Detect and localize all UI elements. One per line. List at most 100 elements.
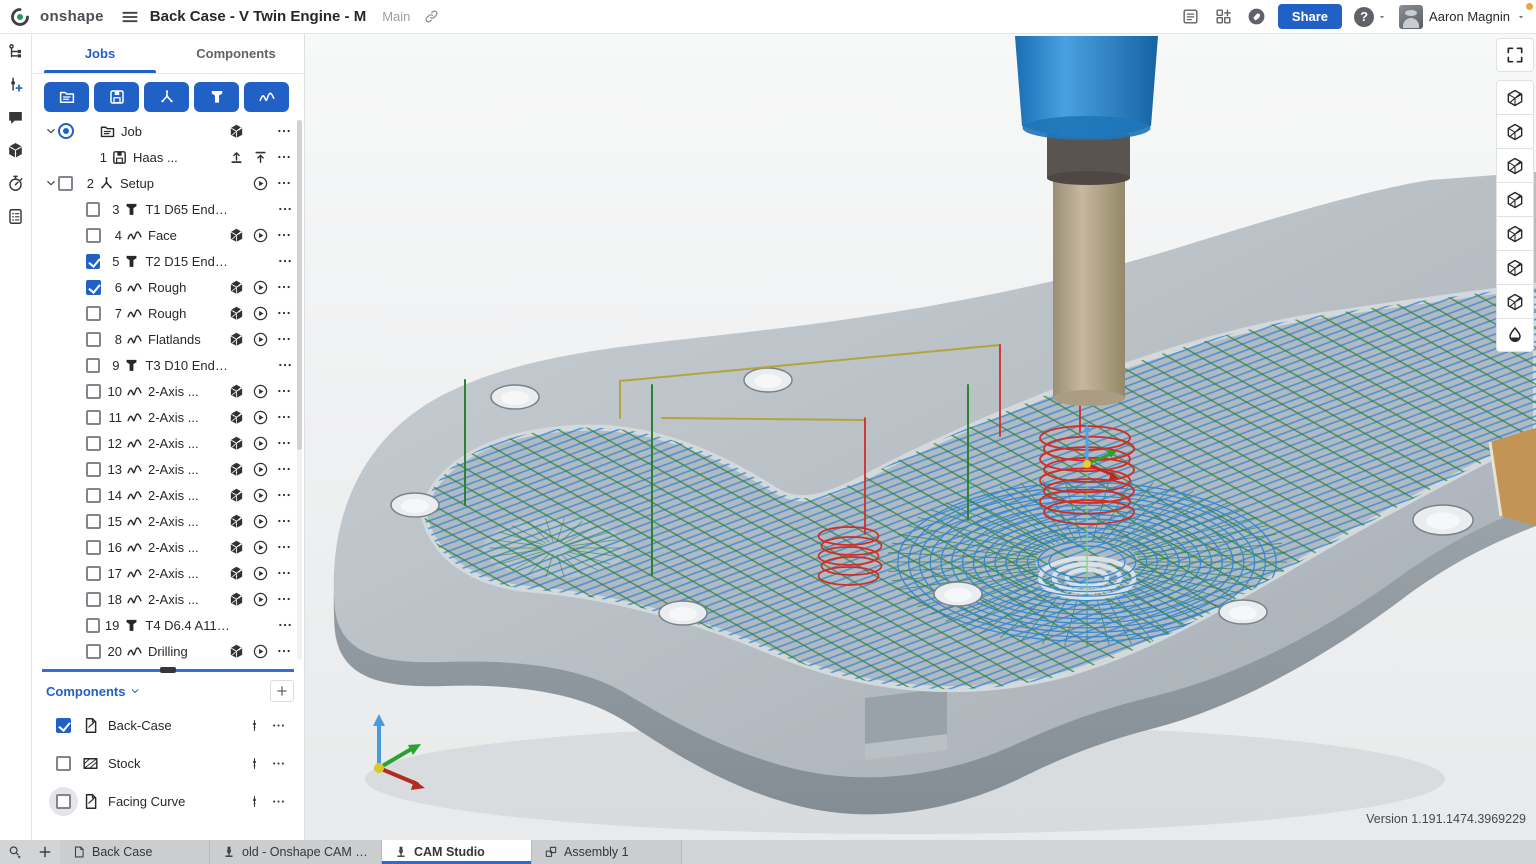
comment-icon[interactable] <box>6 108 25 127</box>
row-menu-button[interactable] <box>276 435 292 451</box>
document-tab-assembly-1[interactable]: Assembly 1 <box>532 840 682 864</box>
zoom-fit-button[interactable] <box>1496 38 1534 72</box>
stock-sim-icon[interactable] <box>228 331 245 348</box>
search-tabs-button[interactable] <box>0 840 30 864</box>
sim-cube-icon[interactable] <box>6 141 25 160</box>
simulate-play-button[interactable] <box>252 227 269 244</box>
row-menu-button[interactable] <box>276 643 292 659</box>
job-tree-row[interactable]: 162-Axis ... <box>32 534 296 560</box>
row-checkbox[interactable] <box>86 358 100 373</box>
simulate-play-button[interactable] <box>252 383 269 400</box>
row-menu-button[interactable] <box>276 331 292 347</box>
tag-badge-icon[interactable] <box>1247 7 1266 26</box>
view-preset-4-button[interactable] <box>1496 182 1534 216</box>
job-tree-row[interactable]: 8Flatlands <box>32 326 296 352</box>
notes-icon[interactable] <box>6 207 25 226</box>
new-job-button[interactable] <box>44 82 89 112</box>
doc-list-icon[interactable] <box>1181 7 1200 26</box>
share-button[interactable]: Share <box>1278 4 1342 29</box>
job-tree-row[interactable]: 5T2 D15 End Mill <box>32 248 296 274</box>
job-tree-row[interactable]: 4Face <box>32 222 296 248</box>
row-menu-button[interactable] <box>276 487 292 503</box>
row-checkbox[interactable] <box>86 436 101 451</box>
row-menu-button[interactable] <box>276 383 292 399</box>
view-preset-1-button[interactable] <box>1496 80 1534 114</box>
row-menu-button[interactable] <box>276 305 292 321</box>
tab-jobs[interactable]: Jobs <box>32 34 168 73</box>
job-tree-row[interactable]: 3T1 D65 End Mill <box>32 196 296 222</box>
row-checkbox[interactable] <box>86 618 100 633</box>
job-tree-row[interactable]: 122-Axis ... <box>32 430 296 456</box>
row-menu-button[interactable] <box>277 617 293 633</box>
view-preset-6-button[interactable] <box>1496 250 1534 284</box>
job-tree-row[interactable]: 102-Axis ... <box>32 378 296 404</box>
simulate-play-button[interactable] <box>252 643 269 660</box>
job-tree-row[interactable]: 20Drilling <box>32 638 296 664</box>
row-checkbox[interactable] <box>86 306 101 321</box>
user-avatar[interactable] <box>1399 5 1423 29</box>
document-tab-cam-studio[interactable]: CAM Studio <box>382 840 532 864</box>
row-checkbox[interactable] <box>86 410 101 425</box>
view-preset-5-button[interactable] <box>1496 216 1534 250</box>
stock-sim-icon[interactable] <box>228 409 245 426</box>
job-tree-row[interactable]: 132-Axis ... <box>32 456 296 482</box>
link-icon[interactable] <box>424 9 439 24</box>
help-caret-icon[interactable] <box>1377 12 1387 22</box>
timer-icon[interactable] <box>6 174 25 193</box>
simulate-play-button[interactable] <box>252 539 269 556</box>
row-checkbox[interactable] <box>86 228 101 243</box>
job-tree-row[interactable]: 2Setup <box>32 170 296 196</box>
row-checkbox[interactable] <box>58 176 73 191</box>
row-menu-button[interactable] <box>276 123 292 139</box>
simulate-play-button[interactable] <box>252 305 269 322</box>
chevron-down-icon[interactable] <box>44 124 58 138</box>
chevron-down-icon[interactable] <box>44 176 58 190</box>
stock-sim-icon[interactable] <box>228 305 245 322</box>
row-checkbox[interactable] <box>86 202 100 217</box>
divider-grip[interactable] <box>160 667 176 673</box>
row-checkbox[interactable] <box>86 384 101 399</box>
stock-sim-icon[interactable] <box>228 513 245 530</box>
row-menu-button[interactable] <box>276 513 292 529</box>
component-visibility-checkbox[interactable] <box>56 718 71 733</box>
simulate-play-button[interactable] <box>252 175 269 192</box>
row-menu-button[interactable] <box>276 149 292 165</box>
view-preset-3-button[interactable] <box>1496 148 1534 182</box>
main-menu-icon[interactable] <box>120 7 140 27</box>
panel-split-divider[interactable] <box>42 669 294 672</box>
simulate-play-button[interactable] <box>252 487 269 504</box>
row-menu-button[interactable] <box>271 794 286 809</box>
row-menu-button[interactable] <box>277 357 293 373</box>
simulate-play-button[interactable] <box>252 435 269 452</box>
row-checkbox[interactable] <box>86 644 101 659</box>
component-row[interactable]: Back-Case <box>32 706 304 744</box>
user-menu-caret-icon[interactable] <box>1516 12 1526 22</box>
row-checkbox[interactable] <box>86 462 101 477</box>
stock-sim-icon[interactable] <box>228 461 245 478</box>
simulate-play-button[interactable] <box>252 513 269 530</box>
stock-sim-icon[interactable] <box>228 487 245 504</box>
simulate-play-button[interactable] <box>252 409 269 426</box>
stock-sim-icon[interactable] <box>228 591 245 608</box>
row-menu-button[interactable] <box>277 253 293 269</box>
row-menu-button[interactable] <box>276 175 292 191</box>
row-checkbox[interactable] <box>86 488 101 503</box>
job-tree-row[interactable]: Job <box>32 118 296 144</box>
row-menu-button[interactable] <box>276 591 292 607</box>
job-tree-row[interactable]: 6Rough <box>32 274 296 300</box>
new-toolpath-button[interactable] <box>244 82 289 112</box>
stock-sim-icon[interactable] <box>228 123 245 140</box>
stock-sim-icon[interactable] <box>228 539 245 556</box>
job-tree-row[interactable]: 7Rough <box>32 300 296 326</box>
apps-plus-icon[interactable] <box>1214 7 1233 26</box>
row-menu-button[interactable] <box>276 227 292 243</box>
row-checkbox[interactable] <box>86 254 100 269</box>
simulate-play-button[interactable] <box>252 591 269 608</box>
job-tree-row[interactable]: 1Haas ... <box>32 144 296 170</box>
row-menu-button[interactable] <box>271 756 286 771</box>
new-tab-button[interactable] <box>30 840 60 864</box>
row-menu-button[interactable] <box>276 539 292 555</box>
row-checkbox[interactable] <box>86 514 101 529</box>
add-component-button[interactable] <box>270 680 294 702</box>
row-checkbox[interactable] <box>86 592 101 607</box>
